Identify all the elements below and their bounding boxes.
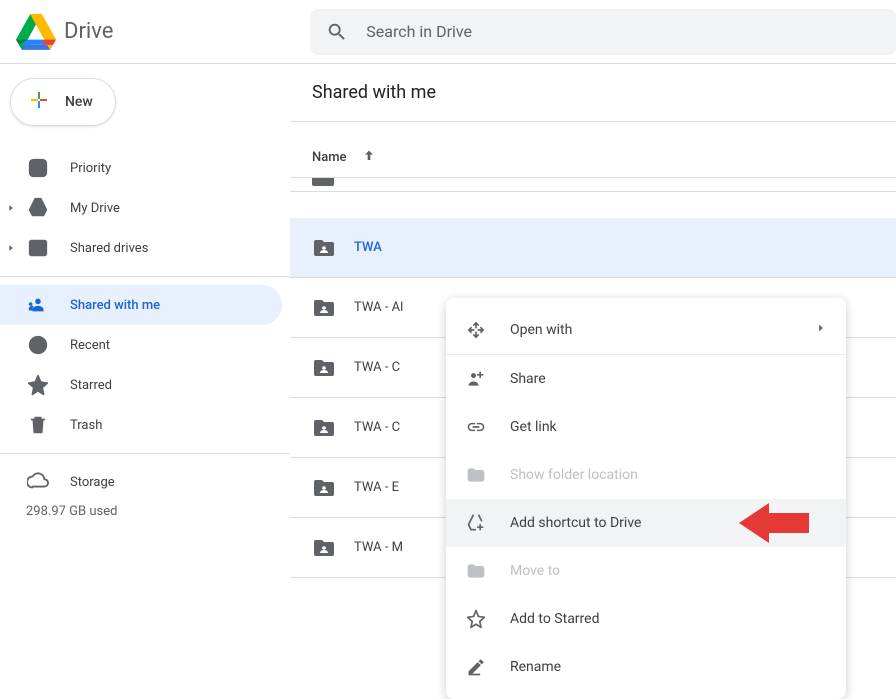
sidebar-item-shared-with-me[interactable]: Shared with me (0, 285, 282, 325)
ctx-item-label: Open with (510, 322, 572, 338)
new-button[interactable]: New (10, 78, 116, 126)
new-button-label: New (65, 94, 93, 110)
context-menu: Open with Share Get link Show folder loc… (446, 298, 846, 699)
file-name: TWA (354, 240, 382, 255)
share-icon (464, 367, 488, 391)
file-row-partial[interactable] (290, 178, 896, 192)
search-bar[interactable] (310, 9, 896, 55)
sidebar-item-recent[interactable]: Recent (0, 325, 282, 365)
expand-arrow-icon[interactable] (5, 202, 17, 214)
column-name-label: Name (312, 150, 347, 165)
shared-folder-icon (312, 296, 336, 320)
open-with-icon (464, 318, 488, 342)
app-name: Drive (64, 19, 113, 44)
shared-folder-icon (312, 356, 336, 380)
ctx-add-shortcut[interactable]: Add shortcut to Drive (446, 499, 846, 547)
sidebar-item-label: My Drive (70, 201, 120, 216)
sidebar-item-my-drive[interactable]: My Drive (0, 188, 282, 228)
starred-icon (26, 373, 50, 397)
shared-with-me-icon (26, 293, 50, 317)
sidebar-item-label: Shared with me (70, 298, 160, 313)
ctx-item-label: Get link (510, 419, 557, 435)
move-to-icon (464, 559, 488, 583)
storage-icon (26, 470, 50, 494)
drive-logo-area[interactable]: Drive (16, 12, 310, 52)
recent-icon (26, 333, 50, 357)
folder-icon (312, 178, 334, 186)
sidebar-item-label: Priority (70, 161, 111, 176)
ctx-item-label: Add shortcut to Drive (510, 515, 641, 531)
sidebar-item-label: Shared drives (70, 241, 148, 256)
ctx-item-label: Show folder location (510, 467, 638, 483)
trash-icon (26, 413, 50, 437)
sidebar-item-trash[interactable]: Trash (0, 405, 282, 445)
chevron-right-icon (814, 321, 828, 339)
shared-drives-icon (26, 236, 50, 260)
expand-arrow-icon[interactable] (5, 242, 17, 254)
search-input[interactable] (366, 22, 880, 41)
link-icon (464, 415, 488, 439)
storage-used: 298.97 GB used (26, 504, 290, 519)
ctx-open-with[interactable]: Open with (446, 306, 846, 354)
file-name: TWA - C (354, 360, 400, 375)
ctx-item-label: Move to (510, 563, 560, 579)
ctx-share[interactable]: Share (446, 355, 846, 403)
my-drive-icon (26, 196, 50, 220)
ctx-item-label: Rename (510, 659, 561, 675)
ctx-show-folder-location: Show folder location (446, 451, 846, 499)
plus-icon (27, 88, 51, 116)
page-title: Shared with me (290, 82, 896, 103)
sidebar-item-label: Starred (70, 378, 112, 393)
sidebar-item-storage[interactable]: Storage (26, 464, 290, 500)
file-name: TWA - M (354, 540, 403, 555)
sidebar-item-starred[interactable]: Starred (0, 365, 282, 405)
shared-folder-icon (312, 416, 336, 440)
sidebar-item-label: Recent (70, 338, 110, 353)
sort-arrow-icon[interactable] (361, 148, 377, 168)
ctx-add-to-starred[interactable]: Add to Starred (446, 595, 846, 643)
ctx-rename[interactable]: Rename (446, 643, 846, 691)
ctx-item-label: Add to Starred (510, 611, 599, 627)
sidebar: New Priority My Drive (0, 64, 290, 659)
star-icon (464, 607, 488, 631)
folder-location-icon (464, 463, 488, 487)
file-name: TWA - Al (354, 300, 403, 315)
storage-label: Storage (70, 475, 115, 490)
add-shortcut-icon (464, 511, 488, 535)
ctx-move-to: Move to (446, 547, 846, 595)
shared-folder-icon (312, 476, 336, 500)
sidebar-item-priority[interactable]: Priority (0, 148, 282, 188)
shared-folder-icon (312, 536, 336, 560)
file-name: TWA - C (354, 420, 400, 435)
search-icon (326, 20, 348, 44)
column-header[interactable]: Name (290, 138, 896, 178)
drive-logo-icon (16, 12, 56, 52)
ctx-item-label: Share (510, 371, 546, 387)
ctx-get-link[interactable]: Get link (446, 403, 846, 451)
shared-folder-icon (312, 236, 336, 260)
file-name: TWA - E (354, 480, 399, 495)
sidebar-item-shared-drives[interactable]: Shared drives (0, 228, 282, 268)
sidebar-item-label: Trash (70, 418, 102, 433)
priority-icon (26, 156, 50, 180)
file-row[interactable]: TWA (290, 218, 896, 278)
